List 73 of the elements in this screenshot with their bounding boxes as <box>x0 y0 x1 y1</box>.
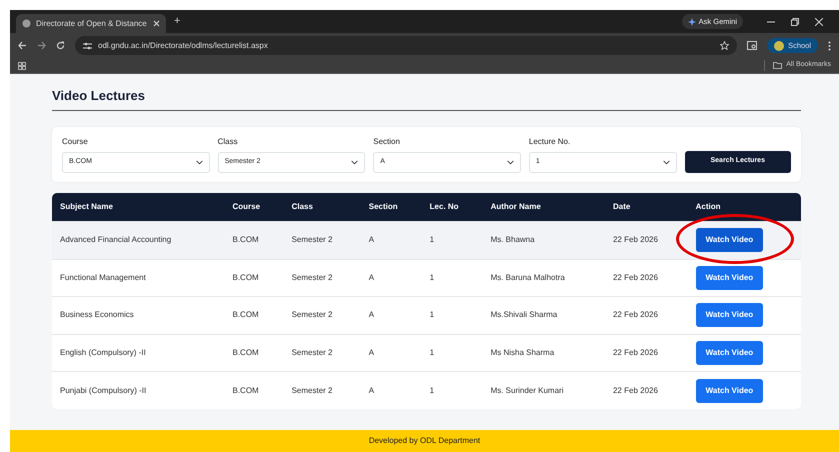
column-header: Section <box>360 192 422 222</box>
address-bar[interactable]: odl.gndu.ac.in/Directorate/odlms/lecturelist.aspx <box>75 36 738 55</box>
forward-icon[interactable] <box>37 41 46 50</box>
table-cell: 1 <box>422 372 483 410</box>
table-cell: A <box>360 222 422 260</box>
table-cell: 22 Feb 2026 <box>604 334 688 372</box>
folder-icon <box>773 62 782 69</box>
filter-label: Lecture No. <box>528 136 572 148</box>
column-header: Author Name <box>482 192 605 222</box>
close-icon[interactable] <box>153 20 160 27</box>
star-icon[interactable] <box>720 41 730 50</box>
avatar-icon <box>774 40 784 50</box>
filter-label: Class <box>218 136 239 148</box>
table-cell: A <box>360 334 422 372</box>
table-cell: Functional Management <box>52 259 224 297</box>
table-cell: Semester 2 <box>284 296 361 334</box>
table-cell: 22 Feb 2026 <box>604 372 688 410</box>
table-cell: Ms Nisha Sharma <box>482 334 605 372</box>
watch-video-button[interactable]: Watch Video <box>696 266 764 290</box>
restore-icon[interactable] <box>791 18 799 26</box>
table-cell: Semester 2 <box>284 334 361 372</box>
table-cell: A <box>360 259 422 297</box>
table-cell: 22 Feb 2026 <box>604 222 688 260</box>
table-cell: 1 <box>422 222 483 260</box>
filter-label: Course <box>62 136 89 148</box>
page-heading: Video Lectures <box>52 88 801 111</box>
table-cell: Semester 2 <box>284 222 361 260</box>
table-cell: 1 <box>422 334 483 372</box>
table-cell: Business Economics <box>52 296 224 334</box>
watch-video-button[interactable]: Watch Video <box>696 303 764 328</box>
table-cell: Ms.Shivali Sharma <box>482 296 605 334</box>
table-cell: A <box>360 372 422 410</box>
column-header: Subject Name <box>52 192 224 222</box>
table-cell: 1 <box>422 259 483 297</box>
table-cell: B.COM <box>224 259 284 297</box>
close-icon[interactable] <box>815 18 823 26</box>
table-cell: Ms. Baruna Malhotra <box>482 259 605 297</box>
table-cell: Punjabi (Compulsory) -II <box>52 372 224 410</box>
table-cell: 1 <box>422 296 483 334</box>
menu-icon[interactable] <box>828 40 831 50</box>
watch-video-button[interactable]: Watch Video <box>696 228 764 252</box>
url-text: odl.gndu.ac.in/Directorate/odlms/lecturelist.aspx <box>98 40 269 52</box>
table-cell: B.COM <box>224 372 284 410</box>
back-icon[interactable] <box>18 41 27 50</box>
apps-grid-icon[interactable] <box>18 62 26 70</box>
new-tab-button[interactable]: + <box>174 16 180 27</box>
footer-bar: Developed by ODL Department <box>10 430 839 452</box>
column-header: Date <box>604 192 688 222</box>
column-header: Course <box>224 192 284 222</box>
table-cell: B.COM <box>224 296 284 334</box>
table-cell: B.COM <box>224 222 284 260</box>
table-cell: Advanced Financial Accounting <box>52 222 224 260</box>
filter-label: Section <box>373 136 401 148</box>
table-cell: Semester 2 <box>284 259 361 297</box>
tab-title: Directorate of Open & Distance <box>36 18 148 30</box>
browser-tab[interactable]: Directorate of Open & Distance <box>16 14 166 33</box>
search-tab-icon[interactable] <box>747 41 758 50</box>
table-cell: English (Compulsory) -II <box>52 334 224 372</box>
column-header: Class <box>284 192 361 222</box>
table-cell: 22 Feb 2026 <box>604 259 688 297</box>
table-cell: 22 Feb 2026 <box>604 296 688 334</box>
table-cell: A <box>360 296 422 334</box>
watch-video-button[interactable]: Watch Video <box>696 340 764 365</box>
table-cell: B.COM <box>224 334 284 372</box>
reload-icon[interactable] <box>56 41 65 50</box>
table-cell: Ms. Bhawna <box>482 222 605 260</box>
table-cell: Ms. Surinder Kumari <box>482 372 605 410</box>
site-settings-icon <box>83 42 92 50</box>
column-header: Action <box>688 192 801 222</box>
column-header: Lec. No <box>422 192 483 222</box>
watch-video-button[interactable]: Watch Video <box>696 378 764 403</box>
table-cell: Semester 2 <box>284 372 361 410</box>
sparkle-icon <box>688 18 696 26</box>
